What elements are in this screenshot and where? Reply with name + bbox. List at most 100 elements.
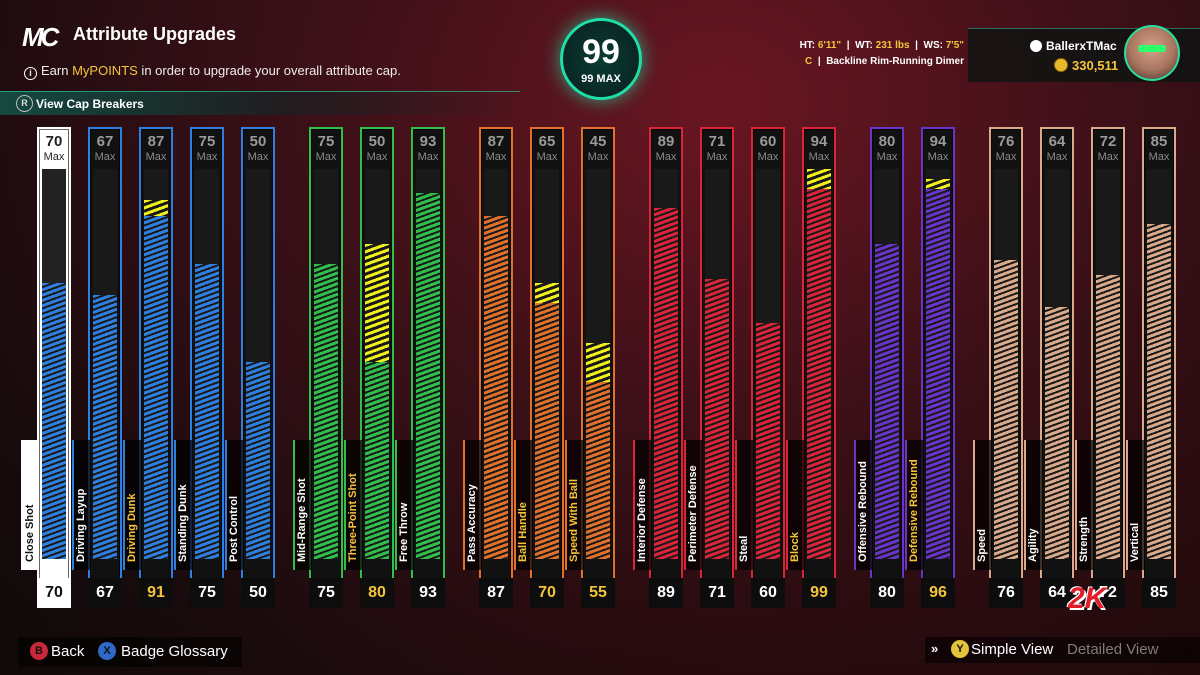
- attribute-cap-value: 45: [589, 133, 607, 150]
- archetype-value: Backline Rim-Running Dimer: [826, 56, 964, 67]
- attribute-current-value: 60: [751, 578, 785, 608]
- attribute-max-label: Max: [655, 151, 677, 163]
- attribute-fill: [195, 264, 219, 559]
- attribute-current-value: 67: [88, 578, 122, 608]
- attribute-fill: [416, 193, 440, 559]
- x-button-icon[interactable]: X: [98, 642, 116, 660]
- attribute-fill: [1147, 224, 1171, 559]
- attribute-fill: [535, 303, 559, 559]
- page-subtitle: i Earn MyPOINTS in order to upgrade your …: [24, 63, 401, 80]
- attribute-cap-value: 65: [538, 133, 556, 150]
- attribute-name: Driving Dunk: [126, 493, 138, 562]
- attribute-name: Offensive Rebound: [857, 461, 869, 562]
- attribute-name: Post Control: [228, 496, 240, 562]
- attribute-speed-with-ball[interactable]: 45 Max Speed With Ball 55: [565, 127, 615, 608]
- attribute-speed[interactable]: 76 Max Speed 76: [973, 127, 1023, 608]
- overall-rating-badge: 99 99 MAX: [560, 18, 642, 100]
- attribute-track: [42, 169, 66, 559]
- attribute-current-value: 70: [37, 578, 71, 608]
- attribute-fill: [994, 260, 1018, 559]
- attribute-max-label: Max: [995, 151, 1017, 163]
- gamertag: BallerxTMac: [1046, 39, 1117, 53]
- attribute-max-label: Max: [366, 151, 388, 163]
- attribute-max-label: Max: [876, 151, 898, 163]
- attribute-max-label: Max: [43, 151, 65, 163]
- page-title: Attribute Upgrades: [73, 24, 237, 44]
- attribute-pass-accuracy[interactable]: 87 Max Pass Accuracy 87: [463, 127, 513, 608]
- attribute-perimeter-defense[interactable]: 71 Max Perimeter Defense 71: [684, 127, 734, 608]
- attribute-name: Block: [789, 532, 801, 562]
- b-button-icon[interactable]: B: [30, 642, 48, 660]
- attribute-close-shot[interactable]: 70 Max Close Shot 70: [21, 127, 71, 608]
- y-button-icon[interactable]: Y: [951, 640, 969, 658]
- attribute-boost: [144, 200, 168, 216]
- attribute-fill: [926, 189, 950, 559]
- subtitle-suffix: in order to upgrade your overall attribu…: [137, 63, 401, 78]
- attribute-free-throw[interactable]: 93 Max Free Throw 93: [395, 127, 445, 608]
- attribute-current-value: 75: [190, 578, 224, 608]
- attribute-name: Free Throw: [398, 502, 410, 562]
- double-chevron-icon: »: [931, 641, 939, 656]
- attribute-boost: [365, 244, 389, 362]
- attribute-name: Defensive Rebound: [908, 459, 920, 562]
- back-label[interactable]: Back: [51, 643, 84, 660]
- attribute-strength[interactable]: 72 Max Strength 72: [1075, 127, 1125, 608]
- attribute-current-value: 75: [309, 578, 343, 608]
- player-archetype: C | Backline Rim-Running Dimer: [805, 56, 964, 67]
- attribute-interior-defense[interactable]: 89 Max Interior Defense 89: [633, 127, 683, 608]
- attribute-current-value: 93: [411, 578, 445, 608]
- attribute-cap-value: 89: [657, 133, 675, 150]
- attribute-name: Vertical: [1129, 522, 1141, 562]
- glasses-icon: [1138, 45, 1166, 52]
- attribute-post-control[interactable]: 50 Max Post Control 50: [225, 127, 275, 608]
- attribute-steal[interactable]: 60 Max Steal 60: [735, 127, 785, 608]
- attribute-block[interactable]: 94 Max Block 99: [786, 127, 836, 608]
- attribute-name: Speed With Ball: [568, 478, 580, 562]
- attribute-fill: [484, 216, 508, 559]
- attribute-current-value: 80: [870, 578, 904, 608]
- attribute-max-label: Max: [485, 151, 507, 163]
- attribute-track: [586, 169, 610, 559]
- attribute-track: [756, 169, 780, 559]
- attribute-fill: [654, 208, 678, 559]
- profile-panel: BallerxTMac 330,511: [968, 25, 1200, 82]
- attribute-driving-layup[interactable]: 67 Max Driving Layup 67: [72, 127, 122, 608]
- attribute-max-label: Max: [808, 151, 830, 163]
- overall-value: 99: [582, 33, 620, 71]
- detailed-view-tab[interactable]: Detailed View: [1067, 641, 1158, 658]
- view-cap-breakers-button[interactable]: R View Cap Breakers: [0, 91, 520, 115]
- attribute-agility[interactable]: 64 Max Agility 64: [1024, 127, 1074, 608]
- attribute-current-value: 55: [581, 578, 615, 608]
- attribute-offensive-rebound[interactable]: 80 Max Offensive Rebound 80: [854, 127, 904, 608]
- attribute-name: Ball Handle: [517, 502, 529, 562]
- attribute-cap-value: 80: [878, 133, 896, 150]
- simple-view-tab[interactable]: Simple View: [971, 641, 1053, 658]
- mypoints-highlight: MyPOINTS: [72, 63, 138, 78]
- attribute-cap-value: 75: [317, 133, 335, 150]
- attribute-current-value: 99: [802, 578, 836, 608]
- attribute-current-value: 87: [479, 578, 513, 608]
- attribute-name: Strength: [1078, 516, 1090, 562]
- attribute-three-point-shot[interactable]: 50 Max Three-Point Shot 80: [344, 127, 394, 608]
- attribute-defensive-rebound[interactable]: 94 Max Defensive Rebound 96: [905, 127, 955, 608]
- attribute-boost: [926, 179, 950, 189]
- attribute-ball-handle[interactable]: 65 Max Ball Handle 70: [514, 127, 564, 608]
- attribute-max-label: Max: [145, 151, 167, 163]
- attribute-driving-dunk[interactable]: 87 Max Driving Dunk 91: [123, 127, 173, 608]
- attribute-fill: [586, 382, 610, 559]
- attribute-mid-range-shot[interactable]: 75 Max Mid-Range Shot 75: [293, 127, 343, 608]
- wingspan-value: 7'5": [945, 40, 964, 51]
- attribute-current-value: 91: [139, 578, 173, 608]
- attribute-track: [365, 169, 389, 559]
- attribute-standing-dunk[interactable]: 75 Max Standing Dunk 75: [174, 127, 224, 608]
- attribute-cap-value: 85: [1150, 133, 1168, 150]
- attribute-cap-value: 93: [419, 133, 437, 150]
- attribute-name: Interior Defense: [636, 478, 648, 562]
- badge-glossary-label[interactable]: Badge Glossary: [121, 643, 228, 660]
- attribute-vertical[interactable]: 85 Max Vertical 85: [1126, 127, 1176, 608]
- attribute-cap-value: 76: [997, 133, 1015, 150]
- attribute-track: [535, 169, 559, 559]
- attribute-name: Mid-Range Shot: [296, 478, 308, 562]
- footer-left-controls: B Back X Badge Glossary: [18, 637, 242, 667]
- weight-label: WT:: [855, 40, 873, 51]
